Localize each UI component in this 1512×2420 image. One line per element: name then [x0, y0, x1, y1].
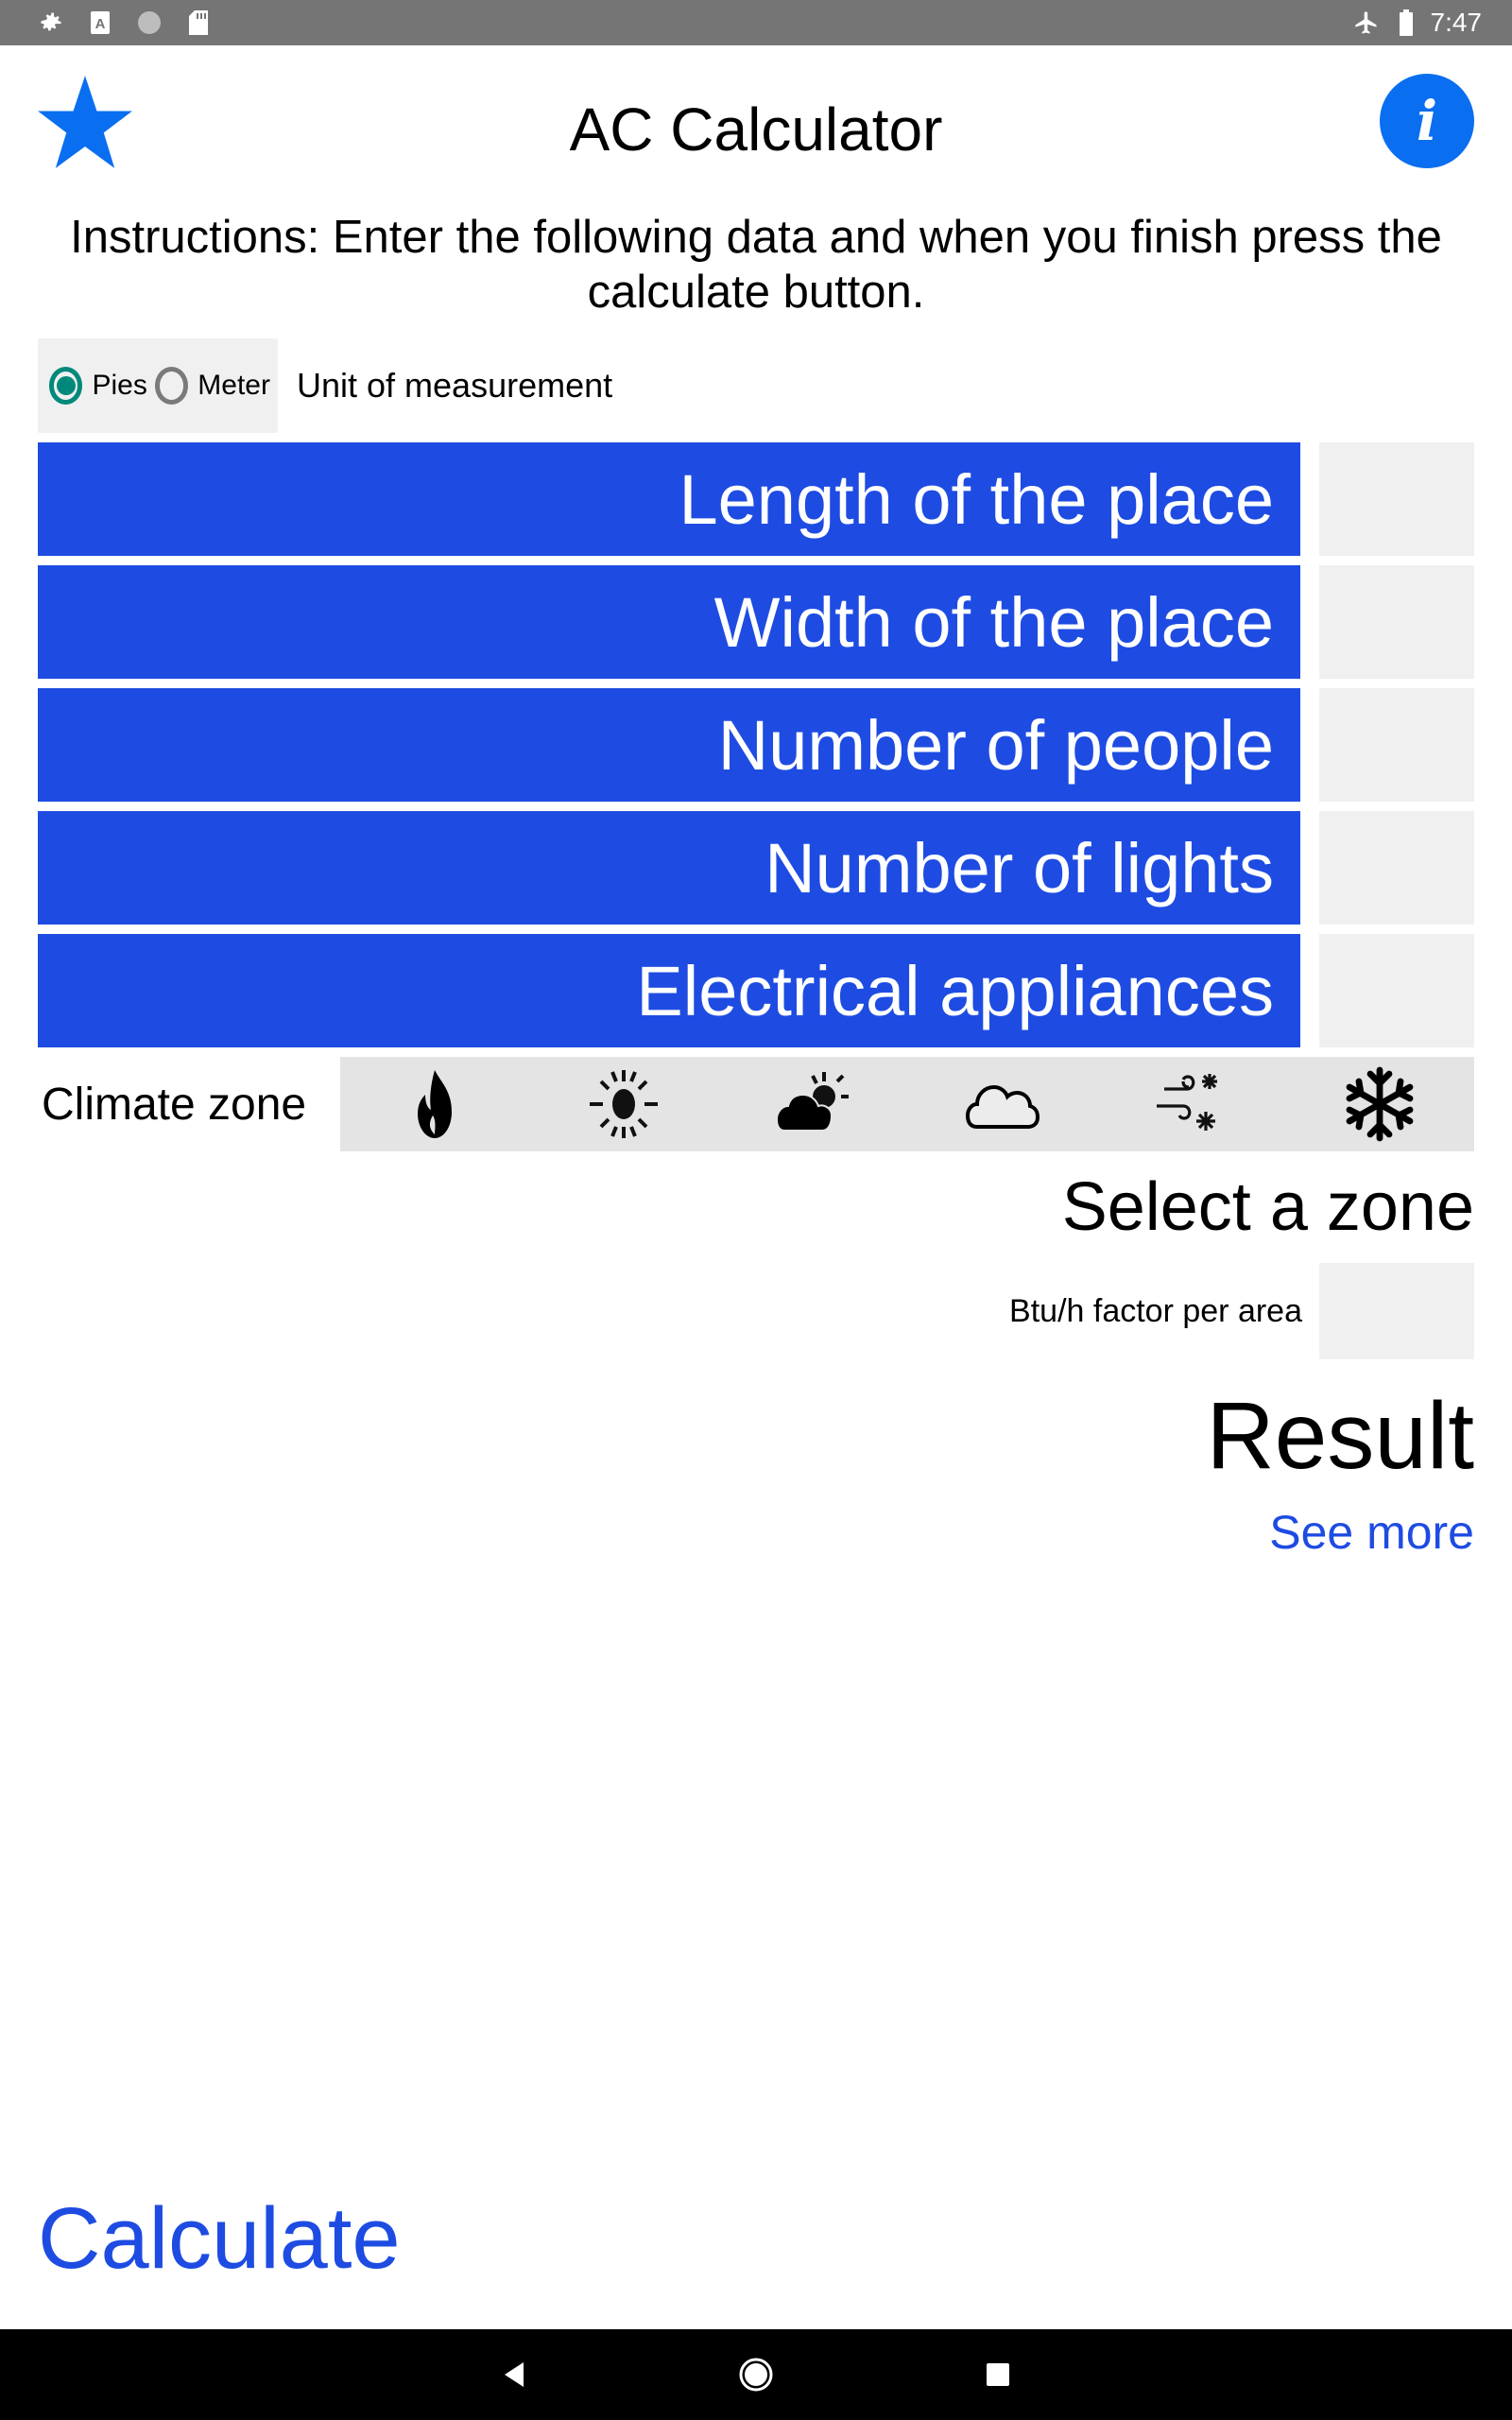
btu-factor-row: Btu/h factor per area [1009, 1263, 1474, 1359]
cloud-icon [965, 1084, 1040, 1129]
zone-freezing-button[interactable] [1318, 1059, 1441, 1150]
circle-icon [136, 9, 163, 36]
sd-card-icon [185, 9, 212, 36]
font-a-icon: A [87, 9, 113, 36]
recents-button[interactable] [975, 2352, 1021, 2397]
selected-zone-text: Select a zone [1061, 1169, 1474, 1245]
lights-input[interactable] [1319, 811, 1474, 925]
btu-factor-label: Btu/h factor per area [1009, 1292, 1302, 1329]
calculate-button[interactable]: Calculate [38, 2189, 401, 2289]
field-width: Width of the place [38, 565, 1474, 679]
fire-icon [418, 1070, 452, 1138]
back-button[interactable] [491, 2352, 537, 2397]
unit-of-measurement-label: Unit of measurement [297, 366, 613, 405]
result-title: Result [1206, 1383, 1474, 1489]
airplane-mode-icon [1353, 9, 1380, 36]
appliances-input[interactable] [1319, 934, 1474, 1047]
navigation-bar [0, 2329, 1512, 2420]
field-appliances: Electrical appliances [38, 934, 1474, 1047]
svg-text:A: A [95, 16, 106, 32]
back-icon [505, 2362, 524, 2387]
zone-sunny-button[interactable] [562, 1059, 685, 1150]
field-lights: Number of lights [38, 811, 1474, 925]
home-button[interactable] [733, 2352, 779, 2397]
sun-icon [590, 1070, 658, 1138]
info-icon: i [1416, 89, 1438, 153]
zone-cloudy-button[interactable] [940, 1059, 1063, 1150]
btu-factor-value [1319, 1263, 1474, 1359]
gear-icon [38, 9, 64, 36]
unit-of-measurement-row: Pies Meter Unit of measurement [38, 338, 612, 433]
field-people: Number of people [38, 688, 1474, 802]
radio-meter[interactable] [154, 367, 189, 405]
app-title: AC Calculator [569, 95, 943, 164]
field-length: Length of the place [38, 442, 1474, 556]
snowflake-icon [1346, 1066, 1414, 1142]
status-bar: A 7:47 [0, 0, 1512, 45]
home-icon [739, 2358, 773, 2392]
radio-pies[interactable] [49, 367, 83, 405]
battery-icon [1393, 9, 1419, 36]
partly-cloudy-icon [775, 1072, 849, 1132]
climate-zone-selector [340, 1057, 1474, 1151]
unit-radio-group: Pies Meter [38, 338, 278, 433]
status-time: 7:47 [1430, 8, 1483, 37]
radio-pies-label[interactable]: Pies [92, 370, 146, 402]
info-button[interactable]: i [1380, 74, 1474, 168]
length-input[interactable] [1319, 442, 1474, 556]
field-appliances-label: Electrical appliances [38, 934, 1300, 1047]
width-input[interactable] [1319, 565, 1474, 679]
see-more-link[interactable]: See more [1269, 1505, 1474, 1560]
instructions-text: Instructions: Enter the following data a… [70, 212, 1442, 318]
field-people-label: Number of people [38, 688, 1300, 802]
climate-zone-label: Climate zone [42, 1079, 307, 1130]
zone-partly-cloudy-button[interactable] [751, 1059, 874, 1150]
recents-icon [987, 2363, 1009, 2386]
field-width-label: Width of the place [38, 565, 1300, 679]
people-input[interactable] [1319, 688, 1474, 802]
wind-snow-icon [1157, 1074, 1217, 1131]
radio-meter-label[interactable]: Meter [198, 370, 270, 402]
climate-zone-row: Climate zone [38, 1057, 1474, 1151]
field-lights-label: Number of lights [38, 811, 1300, 925]
field-length-label: Length of the place [38, 442, 1300, 556]
zone-cold-wind-button[interactable] [1129, 1059, 1252, 1150]
zone-hot-button[interactable] [373, 1059, 496, 1150]
